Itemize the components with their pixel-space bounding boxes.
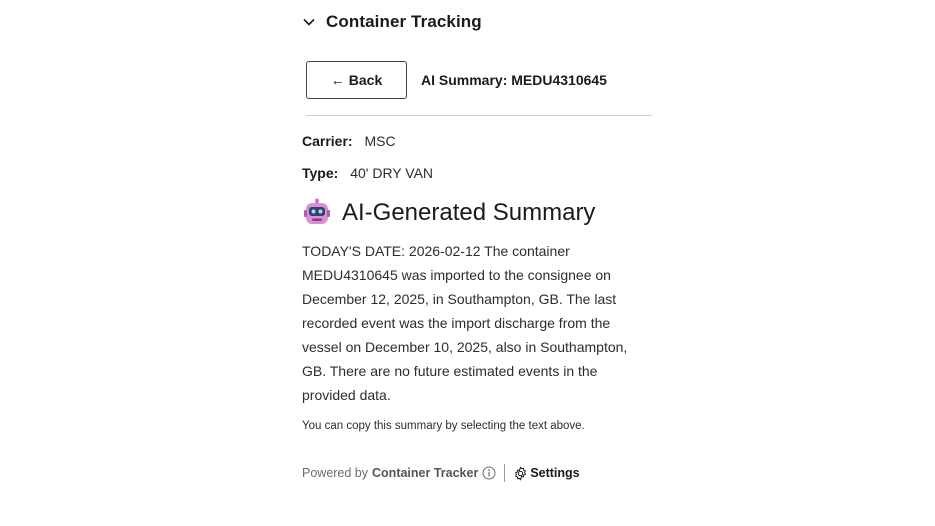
ai-summary-heading: AI-Generated Summary <box>342 199 596 226</box>
summary-heading: AI Summary: MEDU4310645 <box>421 72 607 88</box>
type-field: Type: 40' DRY VAN <box>302 165 433 181</box>
section-toggle[interactable]: Container Tracking <box>302 10 482 34</box>
footer-divider <box>504 464 506 482</box>
robot-icon <box>302 198 332 228</box>
chevron-down-icon[interactable] <box>302 15 316 29</box>
settings-label: Settings <box>530 466 580 480</box>
carrier-label: Carrier: <box>302 133 353 149</box>
back-arrow-icon: ← <box>330 72 345 88</box>
settings-link[interactable]: Settings <box>513 466 580 481</box>
info-icon[interactable] <box>482 466 496 480</box>
type-value: 40' DRY VAN <box>350 165 434 181</box>
powered-by-label: Powered by <box>302 466 369 480</box>
gear-icon <box>513 466 528 481</box>
back-button-label: Back <box>348 72 383 88</box>
copy-hint: You can copy this summary by selecting t… <box>302 420 585 432</box>
type-label: Type: <box>302 165 339 181</box>
summary-toolbar: ← Back AI Summary: MEDU4310645 <box>306 61 652 116</box>
back-button[interactable]: ← Back <box>306 61 407 99</box>
ai-summary-title: AI-Generated Summary <box>302 196 595 230</box>
ai-summary-text[interactable]: TODAY'S DATE: 2026-02-12 The container M… <box>302 239 650 407</box>
brand-link[interactable]: Container Tracker <box>372 466 478 480</box>
section-title: Container Tracking <box>326 12 482 31</box>
footer: Powered by Container Tracker Settings <box>302 462 580 484</box>
carrier-field: Carrier: MSC <box>302 133 396 149</box>
carrier-value: MSC <box>364 133 396 149</box>
